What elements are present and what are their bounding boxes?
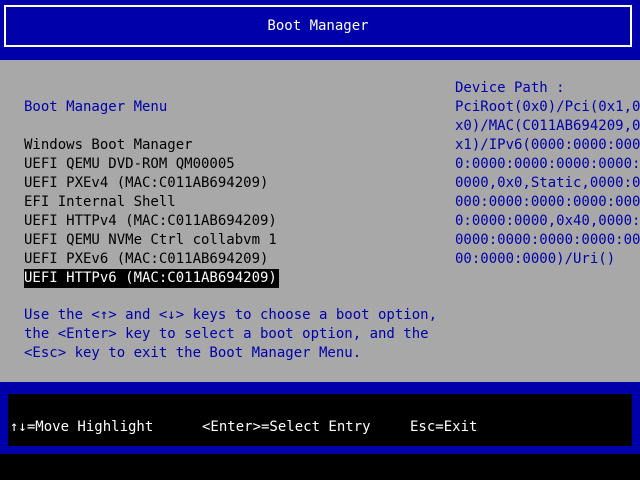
select-entry-hint: <Enter>=Select Entry — [202, 419, 371, 435]
boot-option-qemu-nvme[interactable]: UEFI QEMU NVMe Ctrl collabvm 1 — [24, 231, 279, 250]
boot-option-label: UEFI HTTPv4 (MAC:C011AB694209) — [24, 213, 277, 229]
help-text: Use the <↑> and <↓> keys to choose a boo… — [24, 306, 437, 363]
device-path-line: 0:0000:0000,0x40,0000: — [455, 213, 640, 229]
boot-option-label: UEFI QEMU NVMe Ctrl collabvm 1 — [24, 232, 277, 248]
boot-option-httpv4[interactable]: UEFI HTTPv4 (MAC:C011AB694209) — [24, 212, 279, 231]
move-highlight-hint: ↑↓=Move Highlight — [10, 419, 154, 435]
main-panel: Boot Manager Menu Windows Boot Manager U… — [0, 60, 640, 382]
device-path-title: Device Path : — [455, 80, 565, 96]
boot-option-pxev4[interactable]: UEFI PXEv4 (MAC:C011AB694209) — [24, 174, 279, 193]
boot-option-windows-boot-manager[interactable]: Windows Boot Manager — [24, 136, 279, 155]
device-path-line: 000:0000:0000:0000:000 — [455, 194, 640, 210]
boot-option-label: Windows Boot Manager — [24, 137, 193, 153]
boot-option-qemu-dvd-rom[interactable]: UEFI QEMU DVD-ROM QM00005 — [24, 155, 279, 174]
boot-option-label: UEFI PXEv6 (MAC:C011AB694209) — [24, 251, 269, 267]
help-line: Use the <↑> and <↓> keys to choose a boo… — [24, 307, 438, 323]
footer-bar: ↑↓=Move Highlight <Enter>=Select Entry E… — [0, 382, 640, 454]
menu-title: Boot Manager Menu — [24, 99, 168, 115]
help-line: <Esc> key to exit the Boot Manager Menu. — [24, 345, 362, 361]
boot-option-list: Windows Boot Manager UEFI QEMU DVD-ROM Q… — [24, 136, 279, 288]
device-path-line: 00:0000:0000)/Uri() — [455, 251, 616, 267]
boot-option-label: EFI Internal Shell — [24, 194, 176, 210]
boot-option-label: UEFI QEMU DVD-ROM QM00005 — [24, 156, 235, 172]
boot-option-label: UEFI HTTPv6 (MAC:C011AB694209) — [24, 269, 279, 288]
help-line: the <Enter> key to select a boot option,… — [24, 326, 429, 342]
device-path-line: x1)/IPv6(0000:0000:000 — [455, 137, 640, 153]
device-path-line: PciRoot(0x0)/Pci(0x1,0 — [455, 99, 640, 115]
title-box: Boot Manager — [4, 5, 632, 47]
device-path-line: 0:0000:0000:0000:0000: — [455, 156, 640, 172]
device-path-panel: Device Path : PciRoot(0x0)/Pci(0x1,0 x0)… — [455, 79, 640, 269]
device-path-line: 0000:0000:0000:0000:00 — [455, 232, 640, 248]
exit-hint: Esc=Exit — [410, 419, 478, 435]
header-bar: Boot Manager — [0, 0, 640, 60]
boot-option-efi-internal-shell[interactable]: EFI Internal Shell — [24, 193, 279, 212]
page-title: Boot Manager — [267, 17, 369, 34]
boot-option-label: UEFI PXEv4 (MAC:C011AB694209) — [24, 175, 269, 191]
boot-option-pxev6[interactable]: UEFI PXEv6 (MAC:C011AB694209) — [24, 250, 279, 269]
device-path-line: 0000,0x0,Static,0000:0 — [455, 175, 640, 191]
boot-option-httpv6-selected[interactable]: UEFI HTTPv6 (MAC:C011AB694209) — [24, 269, 279, 288]
device-path-line: x0)/MAC(C011AB694209,0 — [455, 118, 640, 134]
